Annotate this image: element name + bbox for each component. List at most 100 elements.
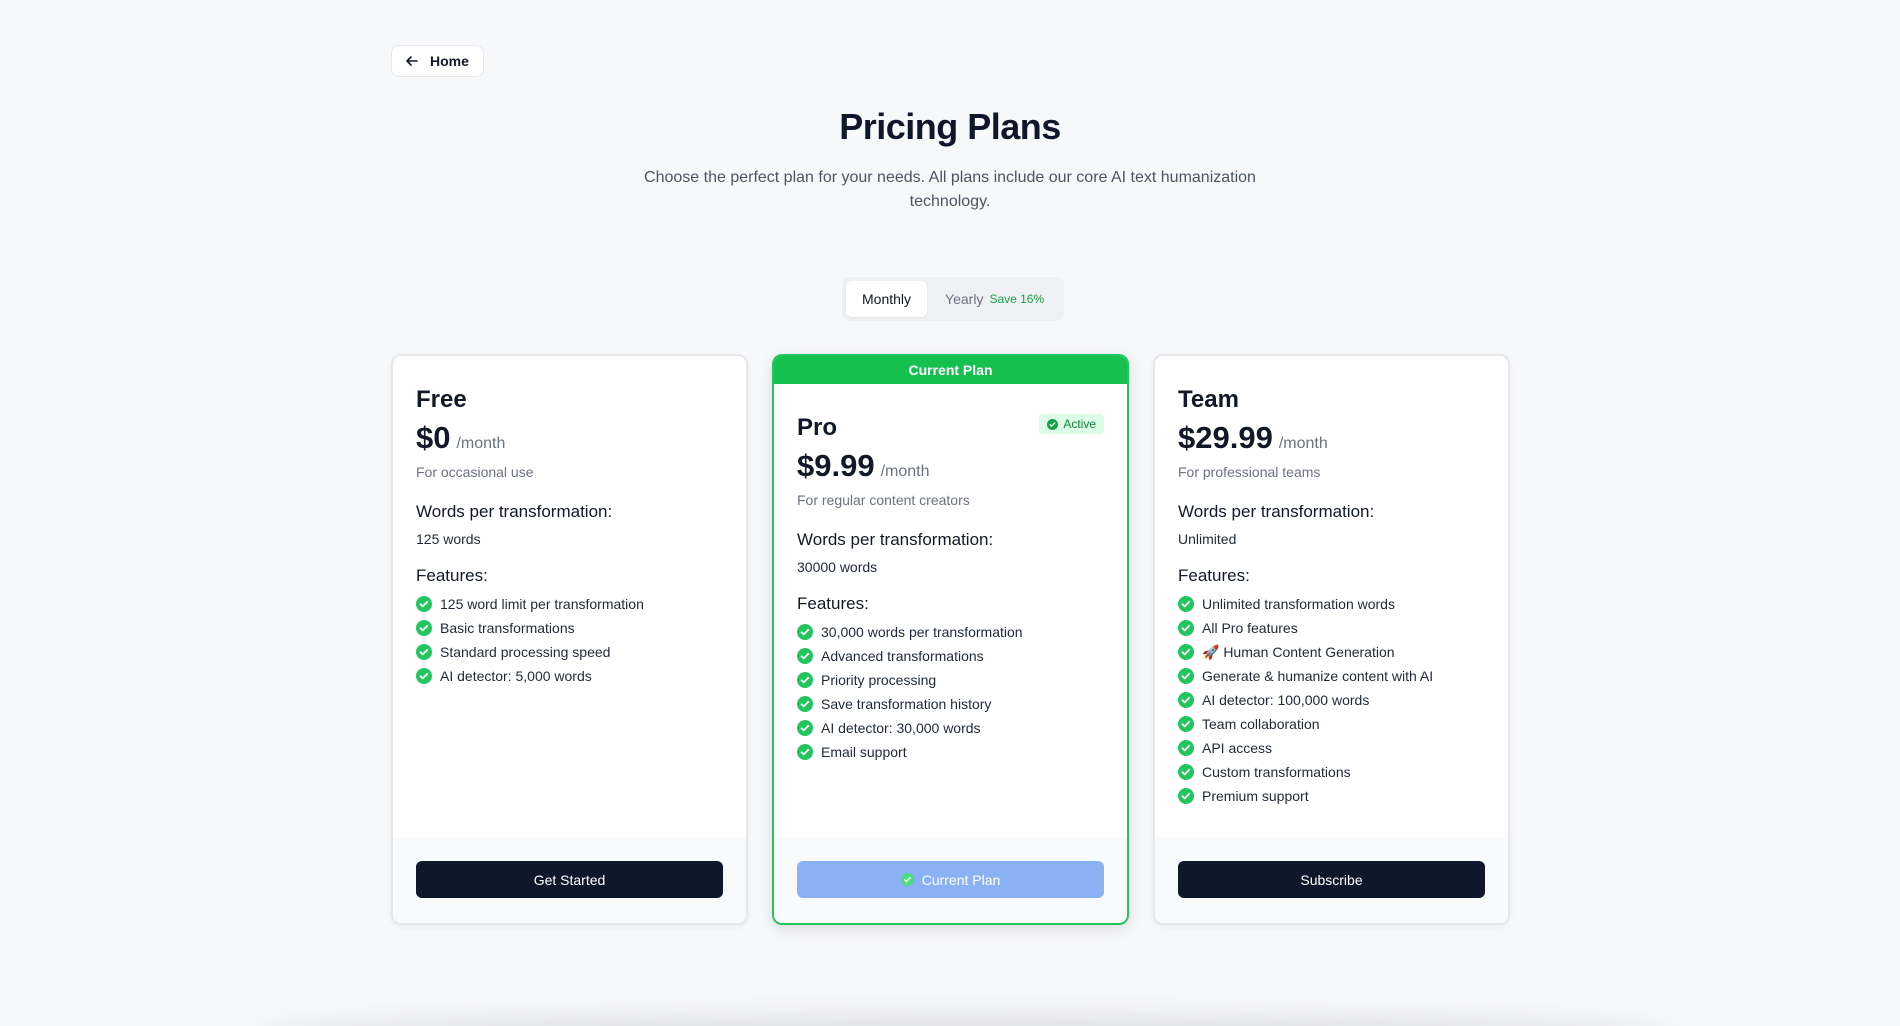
- feature-item: AI detector: 100,000 words: [1178, 688, 1485, 712]
- check-circle-icon: [416, 668, 432, 684]
- plan-card-free: Free $0 /month For occasional use Words …: [391, 354, 748, 925]
- check-circle-icon: [1178, 596, 1194, 612]
- feature-text: Team collaboration: [1202, 716, 1320, 732]
- plan-name: Free: [416, 386, 467, 413]
- plan-price: $0: [416, 420, 451, 455]
- plan-price: $9.99: [797, 448, 875, 483]
- plan-description: For professional teams: [1178, 464, 1321, 480]
- check-circle-icon: [797, 648, 813, 664]
- plan-card-footer: Get Started: [393, 837, 746, 923]
- plan-period: /month: [880, 463, 930, 480]
- feature-text: Premium support: [1202, 788, 1309, 804]
- check-circle-icon: [416, 620, 432, 636]
- feature-item: AI detector: 5,000 words: [416, 664, 723, 688]
- check-circle-icon: [1178, 644, 1194, 660]
- feature-item: 30,000 words per transformation: [797, 620, 1104, 644]
- get-started-button[interactable]: Get Started: [416, 861, 723, 898]
- feature-text: 🚀 Human Content Generation: [1202, 643, 1395, 660]
- feature-item: Premium support: [1178, 784, 1485, 808]
- check-circle-icon: [1178, 716, 1194, 732]
- check-circle-icon: [900, 873, 914, 886]
- check-circle-icon: [1178, 764, 1194, 780]
- home-button-label: Home: [430, 53, 469, 69]
- feature-item: Team collaboration: [1178, 712, 1485, 736]
- feature-text: Custom transformations: [1202, 764, 1351, 780]
- feature-text: Basic transformations: [440, 620, 575, 636]
- check-circle-icon: [1178, 788, 1194, 804]
- subscribe-button[interactable]: Subscribe: [1178, 861, 1485, 898]
- feature-text: Generate & humanize content with AI: [1202, 668, 1434, 684]
- check-circle-icon: [797, 624, 813, 640]
- plan-name: Team: [1178, 386, 1239, 413]
- plan-card-pro: Current Plan Active Pro $9.99 /month For…: [772, 354, 1129, 925]
- feature-item: AI detector: 30,000 words: [797, 716, 1104, 740]
- feature-item: Basic transformations: [416, 616, 723, 640]
- check-circle-icon: [797, 696, 813, 712]
- feature-item: Save transformation history: [797, 692, 1104, 716]
- toggle-monthly[interactable]: Monthly: [846, 281, 928, 317]
- toggle-monthly-label: Monthly: [862, 291, 912, 307]
- check-circle-icon: [1178, 740, 1194, 756]
- feature-list: 125 word limit per transformation Basic t…: [416, 592, 723, 688]
- check-circle-icon: [797, 720, 813, 736]
- words-label: Words per transformation:: [416, 502, 613, 521]
- check-circle-icon: [1178, 668, 1194, 684]
- feature-item: 🚀 Human Content Generation: [1178, 640, 1485, 664]
- feature-text: Advanced transformations: [821, 648, 984, 664]
- yearly-save-badge: Save 16%: [989, 292, 1045, 306]
- check-circle-icon: [416, 596, 432, 612]
- feature-text: 30,000 words per transformation: [821, 624, 1023, 640]
- plan-card-body: Team $29.99 /month For professional team…: [1178, 384, 1485, 808]
- feature-item: All Pro features: [1178, 616, 1485, 640]
- feature-text: API access: [1202, 740, 1273, 756]
- feature-text: All Pro features: [1202, 620, 1298, 636]
- feature-item: Generate & humanize content with AI: [1178, 664, 1485, 688]
- check-circle-icon: [1178, 692, 1194, 708]
- words-label: Words per transformation:: [797, 530, 994, 549]
- features-label: Features:: [797, 594, 869, 613]
- plan-price: $29.99: [1178, 420, 1273, 455]
- price-row: $29.99 /month: [1178, 418, 1485, 458]
- feature-text: AI detector: 100,000 words: [1202, 692, 1370, 708]
- billing-period-toggle: Monthly Yearly Save 16%: [842, 277, 1065, 321]
- plan-period: /month: [456, 435, 506, 452]
- plan-card-footer: Subscribe: [1155, 837, 1508, 923]
- plan-description: For regular content creators: [797, 492, 970, 508]
- check-circle-icon: [1178, 620, 1194, 636]
- page-subtitle: Choose the perfect plan for your needs. …: [644, 169, 1256, 210]
- toggle-yearly[interactable]: Yearly Save 16%: [929, 281, 1060, 317]
- words-value: Unlimited: [1178, 531, 1237, 547]
- current-plan-button-label: Current Plan: [921, 871, 1001, 888]
- current-plan-button[interactable]: Current Plan: [797, 861, 1104, 898]
- feature-item: Email support: [797, 740, 1104, 764]
- words-value: 30000 words: [797, 559, 878, 575]
- home-button[interactable]: Home: [391, 45, 484, 77]
- feature-item: Unlimited transformation words: [1178, 592, 1485, 616]
- current-plan-banner: Current Plan: [774, 356, 1127, 384]
- feature-item: Advanced transformations: [797, 644, 1104, 668]
- feature-text: 125 word limit per transformation: [440, 596, 644, 612]
- feature-item: API access: [1178, 736, 1485, 760]
- page-title: Pricing Plans: [839, 106, 1061, 147]
- feature-item: Custom transformations: [1178, 760, 1485, 784]
- plan-description: For occasional use: [416, 464, 534, 480]
- feature-list: 30,000 words per transformation Advanced …: [797, 620, 1104, 764]
- words-label: Words per transformation:: [1178, 502, 1375, 521]
- feature-item: Priority processing: [797, 668, 1104, 692]
- features-label: Features:: [416, 566, 488, 585]
- plan-card-footer: Current Plan: [774, 837, 1127, 923]
- toggle-yearly-label: Yearly: [945, 291, 984, 307]
- price-row: $9.99 /month: [797, 446, 1104, 486]
- feature-text: AI detector: 5,000 words: [440, 668, 592, 684]
- feature-list: Unlimited transformation words All Pro fe…: [1178, 592, 1485, 808]
- plan-name: Pro: [797, 414, 838, 441]
- feature-item: 125 word limit per transformation: [416, 592, 723, 616]
- feature-text: Priority processing: [821, 672, 937, 688]
- arrow-left-icon: [406, 56, 418, 66]
- subscribe-button-label: Subscribe: [1300, 871, 1363, 888]
- check-circle-icon: [797, 672, 813, 688]
- check-circle-icon: [797, 744, 813, 760]
- feature-text: Unlimited transformation words: [1202, 596, 1395, 612]
- features-label: Features:: [1178, 566, 1250, 585]
- bottom-shadow-decoration: [250, 1016, 1680, 1026]
